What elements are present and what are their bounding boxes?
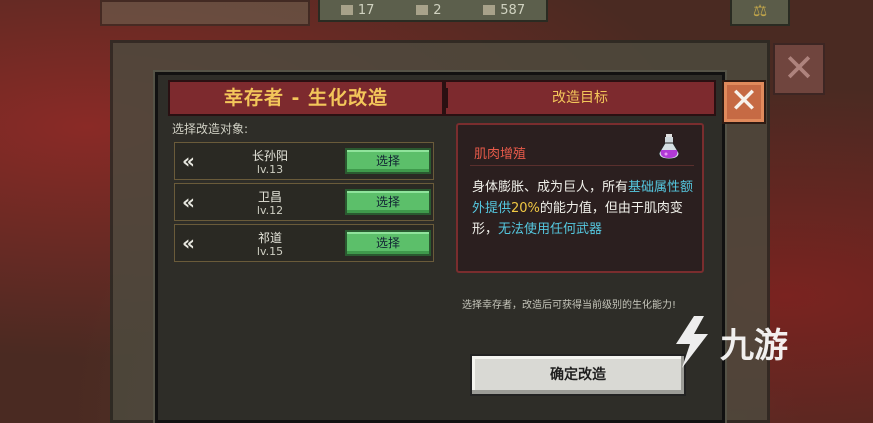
- resource-3-value: 587: [500, 2, 526, 18]
- watermark: 九游: [668, 302, 868, 382]
- survivor-row[interactable]: « 卫昌 lv.12 选择: [174, 183, 434, 221]
- watermark-logo: [676, 316, 708, 368]
- chevron-left-icon: «: [182, 149, 195, 173]
- select-label: 选择改造对象:: [172, 122, 249, 136]
- resource-bar: 17 2 587: [318, 0, 548, 22]
- survivor-name: 长孙阳: [251, 149, 288, 163]
- chevron-left-icon: «: [182, 190, 195, 214]
- survivor-row[interactable]: « 祁道 lv.15 选择: [174, 224, 434, 262]
- card-divider: [470, 165, 694, 166]
- chevron-left-icon: «: [182, 231, 195, 255]
- resource-1-value: 17: [357, 2, 375, 18]
- title-divider: [444, 88, 448, 108]
- resource-1: 17: [340, 2, 375, 18]
- modification-card: 肌肉增殖 身体膨胀、成为巨人，所有基础属性额外提供20%的能力值，但由于肌肉变形…: [456, 123, 704, 273]
- modification-name: 肌肉增殖: [474, 147, 527, 162]
- calendar-icon: [340, 5, 353, 15]
- desc-text-1: 身体膨胀、成为巨人，所有: [472, 180, 629, 195]
- potion-icon: [658, 134, 680, 160]
- desc-highlight-2: 无法使用任何武器: [498, 222, 603, 237]
- survivor-level: lv.13: [256, 163, 284, 176]
- scale-icon: ⚖: [730, 0, 790, 26]
- target-title: 改造目标: [444, 80, 716, 116]
- target-title-text: 改造目标: [552, 90, 608, 106]
- background-panel-left: [100, 0, 310, 26]
- resource-2: 2: [416, 2, 442, 18]
- confirm-modify-button[interactable]: 确定改造: [470, 354, 686, 396]
- background-close-icon: ✕: [773, 43, 825, 95]
- close-icon[interactable]: ✕: [722, 80, 766, 124]
- select-button[interactable]: 选择: [345, 148, 431, 174]
- survivor-row[interactable]: « 长孙阳 lv.13 选择: [174, 142, 434, 180]
- select-button[interactable]: 选择: [345, 189, 431, 215]
- survivor-name: 祁道: [257, 231, 282, 245]
- survivor-name: 卫昌: [257, 190, 282, 204]
- select-button[interactable]: 选择: [345, 230, 431, 256]
- bread-icon: [416, 5, 429, 15]
- panel-title: 幸存者 - 生化改造: [168, 80, 444, 116]
- modification-description: 身体膨胀、成为巨人，所有基础属性额外提供20%的能力值，但由于肌肉变形，无法使用…: [472, 177, 694, 240]
- survivor-level: lv.15: [256, 245, 284, 258]
- watermark-text: 九游: [720, 325, 788, 366]
- desc-percent: 20%: [511, 201, 540, 216]
- parts-icon: [483, 5, 496, 15]
- resource-2-value: 2: [433, 2, 442, 18]
- resource-3: 587: [483, 3, 525, 18]
- survivor-level: lv.12: [256, 204, 284, 217]
